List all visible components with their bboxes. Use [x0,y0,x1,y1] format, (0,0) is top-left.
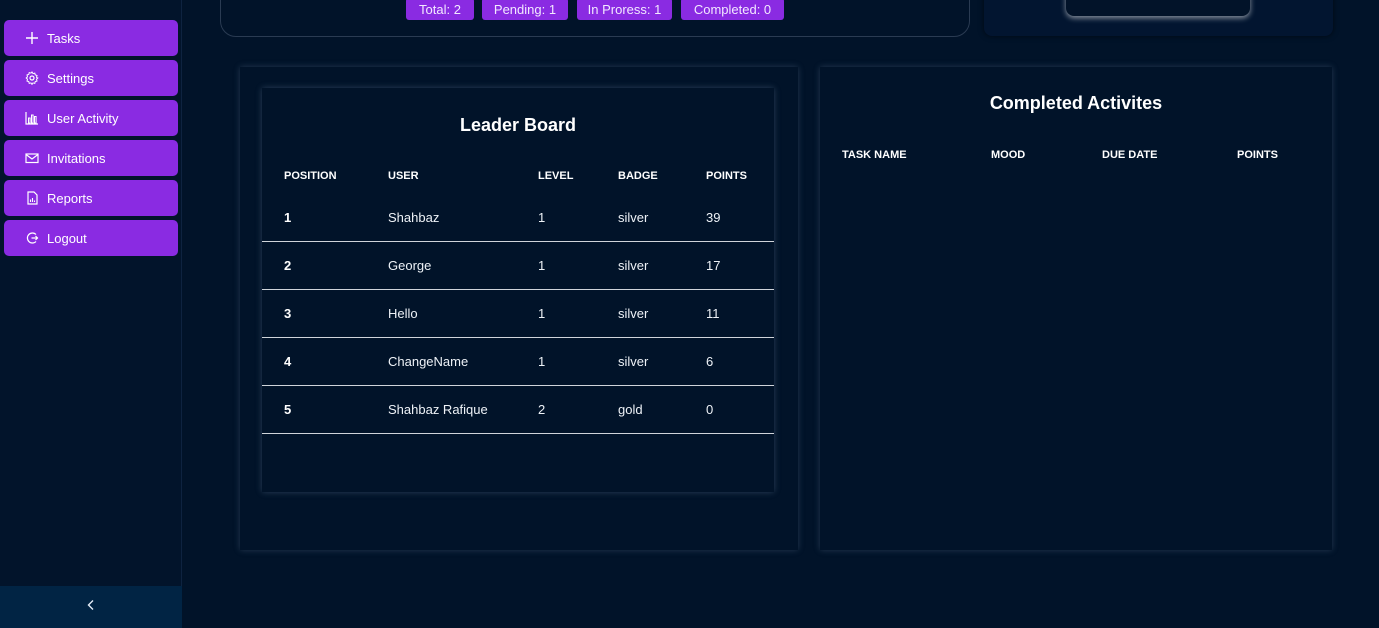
cell-user: Shahbaz [388,210,440,225]
stat-in-progress-badge: In Proress: 1 [577,0,672,20]
sidebar-item-label: Invitations [47,150,106,166]
cell-position: 1 [284,210,292,225]
column-header-position: POSITION [284,170,337,182]
cell-badge: silver [618,258,649,273]
cell-points: 39 [706,210,721,225]
logout-icon [24,230,40,246]
cell-badge: silver [618,354,649,369]
cell-badge: silver [618,306,649,321]
cell-position: 2 [284,258,292,273]
column-header-user: USER [388,170,419,182]
sidebar-item-settings[interactable]: Settings [4,60,178,96]
column-header-points: POINTS [1237,149,1278,161]
cell-points: 0 [706,402,714,417]
leaderboard-panel: Leader Board POSITION USER LEVEL BADGE P… [240,67,798,550]
completed-activities-panel: Completed Activites TASK NAME MOOD DUE D… [820,67,1332,550]
cell-user: Shahbaz Rafique [388,402,488,417]
column-header-task-name: TASK NAME [842,149,907,161]
cell-points: 17 [706,258,721,273]
report-icon [24,190,40,206]
cell-level: 1 [538,306,546,321]
cell-points: 6 [706,354,714,369]
column-header-due-date: DUE DATE [1102,149,1158,161]
gear-icon [24,70,40,86]
sidebar-item-user-activity[interactable]: User Activity [4,100,178,136]
table-row: 2 George 1 silver 17 [262,242,774,290]
sidebar-item-label: Reports [47,190,93,206]
table-row: 1 Shahbaz 1 silver 39 [262,194,774,242]
top-right-card [984,0,1333,36]
sidebar-collapse-button[interactable] [0,586,182,628]
cell-points: 11 [706,306,720,321]
cell-level: 2 [538,402,546,417]
sidebar: Tasks Settings User Activity Invitations… [0,0,182,628]
cell-position: 3 [284,306,292,321]
cell-level: 1 [538,354,546,369]
table-row: 3 Hello 1 silver 11 [262,290,774,338]
plus-icon [24,30,40,46]
cell-position: 4 [284,354,292,369]
cell-user: George [388,258,432,273]
column-header-badge: BADGE [618,170,658,182]
column-header-mood: MOOD [991,149,1026,161]
sidebar-item-reports[interactable]: Reports [4,180,178,216]
cell-user: ChangeName [388,354,469,369]
cell-level: 1 [538,258,546,273]
mail-icon [24,150,40,166]
stat-completed-badge: Completed: 0 [681,0,784,20]
sidebar-item-label: User Activity [47,110,119,126]
sidebar-item-invitations[interactable]: Invitations [4,140,178,176]
sidebar-item-label: Settings [47,70,94,86]
bar-chart-icon [24,110,40,126]
completed-activities-title: Completed Activites [989,93,1163,113]
sidebar-item-label: Logout [47,230,87,246]
leaderboard-title: Leader Board [459,115,577,135]
top-right-card-inner [1066,0,1250,16]
cell-position: 5 [284,402,292,417]
sidebar-item-logout[interactable]: Logout [4,220,178,256]
cell-user: Hello [388,306,418,321]
cell-level: 1 [538,210,546,225]
table-row: 4 ChangeName 1 silver 6 [262,338,774,386]
column-header-level: LEVEL [538,170,574,182]
sidebar-item-label: Tasks [47,30,81,46]
stat-pending-badge: Pending: 1 [482,0,568,20]
leaderboard-card: Leader Board POSITION USER LEVEL BADGE P… [262,88,774,492]
column-header-points: POINTS [706,170,747,182]
table-row: 5 Shahbaz Rafique 2 gold 0 [262,386,774,434]
cell-badge: gold [618,402,643,417]
stat-total-badge: Total: 2 [406,0,474,20]
chevron-left-icon [85,598,97,616]
cell-badge: silver [618,210,649,225]
sidebar-item-tasks[interactable]: Tasks [4,20,178,56]
